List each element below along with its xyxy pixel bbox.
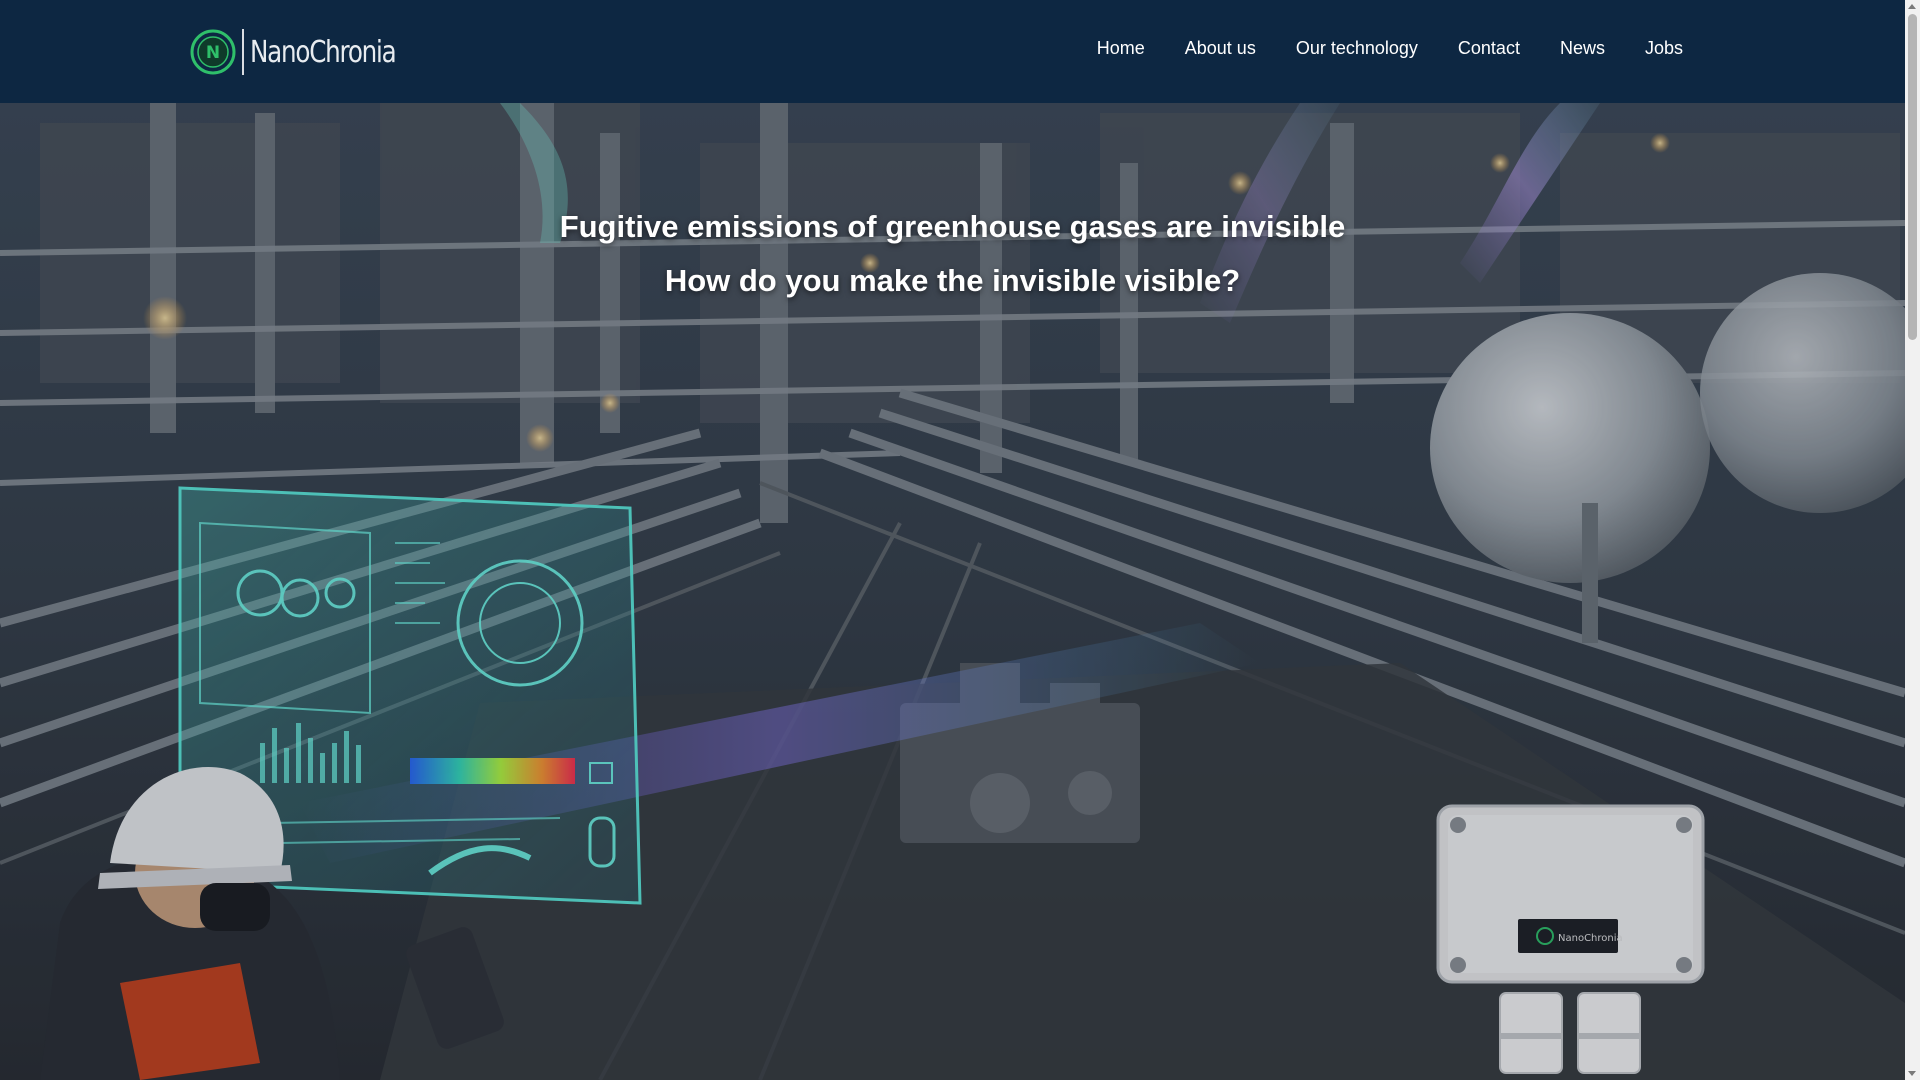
hero-headline: Fugitive emissions of greenhouse gases a…	[559, 209, 1346, 244]
nav-home[interactable]: Home	[1097, 38, 1145, 59]
nav-about-us[interactable]: About us	[1185, 38, 1256, 59]
nav-contact[interactable]: Contact	[1458, 38, 1520, 59]
logo-letter: N	[206, 43, 220, 63]
nav-news[interactable]: News	[1560, 38, 1605, 59]
scrollbar-thumb[interactable]	[1908, 14, 1917, 340]
nav-our-technology[interactable]: Our technology	[1296, 38, 1418, 59]
nav-jobs[interactable]: Jobs	[1645, 38, 1683, 59]
industrial-plant-background-image: NanoChronia	[0, 103, 1905, 1080]
page: N NanoChronia Home About us Our technolo…	[0, 0, 1920, 1080]
page-scrollbar[interactable]	[1905, 0, 1920, 1080]
site-header: N NanoChronia Home About us Our technolo…	[0, 0, 1905, 103]
nanochronia-logo-icon: N	[190, 29, 236, 75]
hero-subheadline: How do you make the invisible visible?	[664, 263, 1241, 298]
scroll-up-arrow-icon[interactable]	[1908, 4, 1916, 9]
logo-divider	[242, 29, 244, 75]
main-nav: Home About us Our technology Contact New…	[1097, 38, 1683, 59]
scroll-down-arrow-icon[interactable]	[1908, 1071, 1916, 1076]
brand-name: NanoChronia	[250, 34, 397, 70]
hero-section: NanoChronia Fugitive emissions of greenh…	[0, 103, 1905, 1080]
brand-logo[interactable]: N NanoChronia	[190, 27, 427, 77]
